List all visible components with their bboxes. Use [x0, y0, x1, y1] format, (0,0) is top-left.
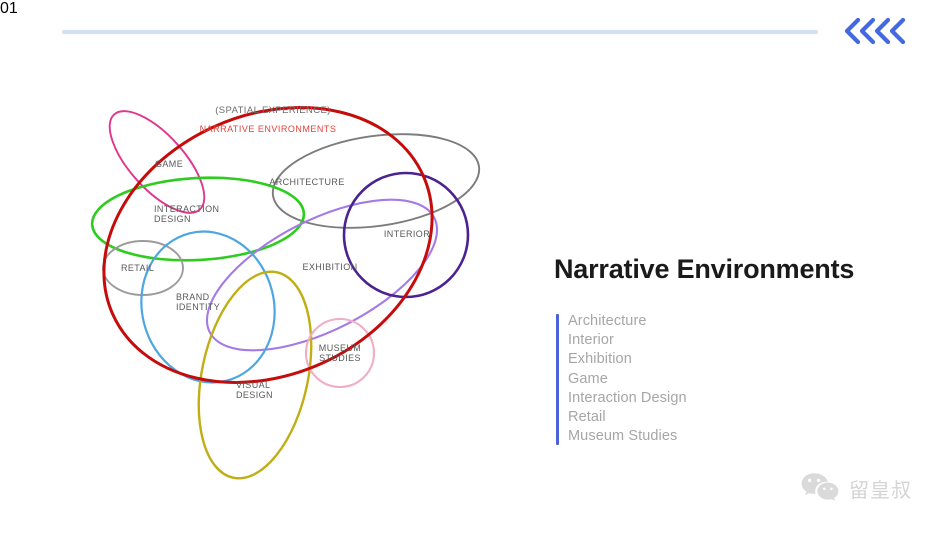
content-panel: Narrative Environments Architecture Inter…	[554, 254, 914, 447]
list-item: Exhibition	[568, 351, 632, 368]
narrative-environments-venn-diagram: (SPATIAL EXPERIENCE) NARRATIVE ENVIRONME…	[70, 85, 520, 485]
venn-label-visual-design-line2: DESIGN	[236, 390, 273, 400]
venn-label-brand-identity-line1: BRAND	[176, 292, 210, 302]
watermark-text: 留皇叔	[849, 478, 912, 502]
venn-label-architecture: ARCHITECTURE	[269, 177, 344, 187]
list-item: Interaction Design	[568, 389, 687, 406]
page-title: Narrative Environments	[554, 254, 855, 284]
list-item: Museum Studies	[568, 428, 678, 445]
list-item: Game	[568, 370, 608, 387]
watermark: 留皇叔	[800, 471, 912, 506]
header-divider-rule	[62, 30, 818, 34]
venn-label-interior: INTERIOR	[384, 229, 430, 239]
venn-label-exhibition: EXHIBITION	[302, 262, 357, 272]
venn-label-museum-studies-line1: MUSEUM	[319, 343, 361, 353]
page-number: 01	[0, 0, 18, 17]
chevrons-left-icon[interactable]	[841, 14, 909, 48]
venn-label-visual-design-line1: VISUAL	[236, 380, 270, 390]
venn-label-museum-studies-line2: STUDIES	[319, 353, 361, 363]
list-item: Interior	[568, 331, 614, 348]
venn-label-game: GAME	[155, 159, 183, 169]
venn-headline-primary: NARRATIVE ENVIRONMENTS	[200, 124, 337, 134]
venn-headline-secondary: (SPATIAL EXPERIENCE)	[215, 105, 331, 116]
topic-list-accent-bar	[556, 313, 559, 445]
venn-label-retail: RETAIL	[121, 263, 154, 273]
slide-header: 01	[0, 0, 942, 62]
topic-list-container: Architecture Interior Exhibition Game Intera…	[554, 312, 914, 447]
venn-label-interaction-design-line2: DESIGN	[154, 214, 191, 224]
list-item: Architecture	[568, 312, 647, 329]
topic-list: Architecture Interior Exhibition Game Intera…	[568, 312, 914, 447]
venn-label-interaction-design-line1: INTERACTION	[154, 204, 219, 214]
venn-shape-narrative-environments	[102, 106, 434, 384]
list-item: Retail	[568, 409, 606, 426]
wechat-icon	[800, 471, 840, 506]
venn-label-brand-identity-line2: IDENTITY	[176, 302, 220, 312]
